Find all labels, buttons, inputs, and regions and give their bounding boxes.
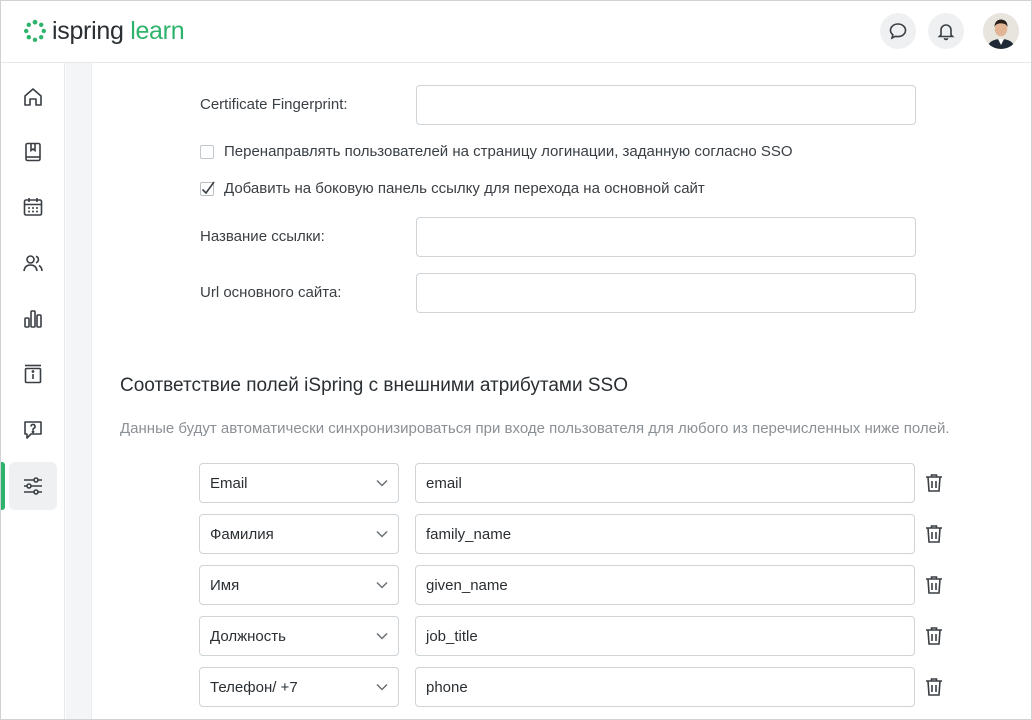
delete-row-button-phone[interactable] xyxy=(922,675,946,699)
sidebar-item-reports[interactable] xyxy=(9,295,57,343)
trash-icon xyxy=(926,576,942,594)
bell-icon xyxy=(937,24,955,41)
sidebar-item-users[interactable] xyxy=(9,239,57,287)
chevron-down-icon xyxy=(376,632,388,640)
field-select-given-name[interactable]: Имя xyxy=(199,565,399,605)
attribute-input-phone[interactable]: phone xyxy=(415,667,915,707)
notifications-button[interactable] xyxy=(928,13,964,49)
sidebar-item-home[interactable] xyxy=(9,73,57,121)
attribute-input-email[interactable]: email xyxy=(415,463,915,503)
calendar-icon xyxy=(23,198,43,216)
chevron-down-icon xyxy=(376,683,388,691)
app-window: ispring learn Certificate Fingerprint: П… xyxy=(0,0,1032,720)
sidebar-item-help[interactable] xyxy=(9,406,57,454)
sidebar-link-option[interactable]: Добавить на боковую панель ссылку для пе… xyxy=(200,180,705,197)
redirect-option[interactable]: Перенаправлять пользователей на страницу… xyxy=(200,143,793,160)
chevron-down-icon xyxy=(376,581,388,589)
sidebar-item-info[interactable] xyxy=(9,350,57,398)
active-indicator xyxy=(1,462,5,510)
logo-text: ispring learn xyxy=(52,17,185,45)
attribute-input-given-name[interactable]: given_name xyxy=(415,565,915,605)
bar-chart-icon xyxy=(24,310,42,328)
chat-button[interactable] xyxy=(880,13,916,49)
field-select-email[interactable]: Email xyxy=(199,463,399,503)
content-gutter xyxy=(66,63,92,719)
sso-settings-content: Certificate Fingerprint: Перенаправлять … xyxy=(93,63,1031,719)
field-select-value: Должность xyxy=(210,627,286,645)
sidebar-link-label: Добавить на боковую панель ссылку для пе… xyxy=(224,180,705,197)
site-url-label: Url основного сайта: xyxy=(200,284,342,301)
field-select-job-title[interactable]: Должность xyxy=(199,616,399,656)
redirect-label: Перенаправлять пользователей на страницу… xyxy=(224,143,793,160)
home-icon xyxy=(24,88,42,106)
user-photo-icon xyxy=(983,13,1019,49)
sidebar-item-courses[interactable] xyxy=(9,128,57,176)
book-icon xyxy=(25,142,41,162)
field-select-value: Имя xyxy=(210,576,240,594)
sidebar-link-checkbox[interactable] xyxy=(200,181,215,196)
mapping-section-description: Данные будут автоматически синхронизиров… xyxy=(120,420,950,437)
link-name-input[interactable] xyxy=(416,217,916,257)
question-chat-icon xyxy=(24,421,42,439)
attribute-input-family-name[interactable]: family_name xyxy=(415,514,915,554)
attribute-input-job-title[interactable]: job_title xyxy=(415,616,915,656)
trash-icon xyxy=(926,678,942,696)
logo[interactable]: ispring learn xyxy=(23,15,185,47)
trash-icon xyxy=(926,627,942,645)
mapping-section-title: Соответствие полей iSpring с внешними ат… xyxy=(120,375,628,396)
field-select-phone[interactable]: Телефон/ +7 xyxy=(199,667,399,707)
link-name-label: Название ссылки: xyxy=(200,228,325,245)
delete-row-button-email[interactable] xyxy=(922,471,946,495)
field-select-family-name[interactable]: Фамилия xyxy=(199,514,399,554)
delete-row-button-job-title[interactable] xyxy=(922,624,946,648)
site-url-input[interactable] xyxy=(416,273,916,313)
user-avatar[interactable] xyxy=(983,13,1019,49)
chat-bubble-icon xyxy=(889,23,907,40)
field-select-value: Фамилия xyxy=(210,525,274,543)
ispring-logo-icon xyxy=(24,19,46,42)
delete-row-button-given-name[interactable] xyxy=(922,573,946,597)
info-board-icon xyxy=(24,364,42,384)
fingerprint-input[interactable] xyxy=(416,85,916,125)
users-icon xyxy=(23,255,43,272)
sliders-icon xyxy=(24,477,42,495)
delete-row-button-family-name[interactable] xyxy=(922,522,946,546)
trash-icon xyxy=(926,525,942,543)
field-select-value: Email xyxy=(210,474,248,492)
sidebar xyxy=(1,63,65,719)
field-select-value: Телефон/ +7 xyxy=(210,678,298,696)
sidebar-item-settings[interactable] xyxy=(9,462,57,510)
checkmark-icon xyxy=(201,181,215,194)
chevron-down-icon xyxy=(376,479,388,487)
trash-icon xyxy=(926,474,942,492)
fingerprint-label: Certificate Fingerprint: xyxy=(200,96,348,113)
redirect-checkbox[interactable] xyxy=(200,144,214,159)
chevron-down-icon xyxy=(376,530,388,538)
sidebar-item-calendar[interactable] xyxy=(9,183,57,231)
top-bar: ispring learn xyxy=(1,1,1031,63)
